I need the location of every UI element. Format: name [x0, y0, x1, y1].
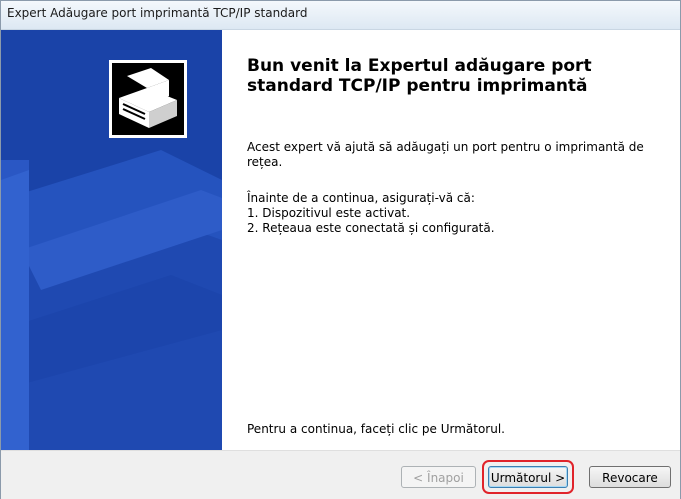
step-1-text: 1. Dispozitivul este activat. [247, 206, 411, 220]
button-bar: < Înapoi Următorul > Revocare [1, 450, 680, 499]
printer-illustration [1, 60, 222, 450]
continue-text: Pentru a continua, faceți clic pe Următo… [247, 422, 505, 436]
before-text: Înainte de a continua, asigurați-vă că: [247, 191, 475, 205]
cancel-button[interactable]: Revocare [589, 466, 671, 488]
title-bar: Expert Adăugare port imprimantă TCP/IP s… [1, 1, 680, 30]
next-button[interactable]: Următorul > [488, 466, 568, 488]
wizard-heading: Bun venit la Expertul adăugare port stan… [247, 56, 592, 96]
wizard-sidebar-art [1, 30, 222, 450]
step-2-text: 2. Rețeaua este conectată și configurată… [247, 221, 495, 235]
intro-text: Acest expert vă ajută să adăugați un por… [247, 140, 644, 169]
window-title: Expert Adăugare port imprimantă TCP/IP s… [7, 6, 308, 20]
printer-icon [109, 60, 187, 138]
back-button[interactable]: < Înapoi [401, 466, 476, 488]
wizard-window: Expert Adăugare port imprimantă TCP/IP s… [0, 0, 681, 499]
